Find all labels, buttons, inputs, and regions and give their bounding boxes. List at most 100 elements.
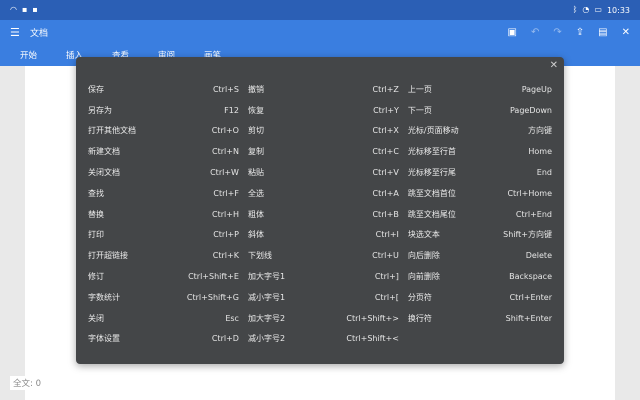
shortcut-label: 跳至文档尾位 xyxy=(407,209,456,219)
shortcut-key: Ctrl+[ xyxy=(374,292,399,302)
word-count: 全文: 0 xyxy=(10,376,44,390)
shortcut-key: Ctrl+H xyxy=(212,209,239,219)
battery-icon: ▭ xyxy=(594,5,602,14)
shortcut-row: 保存 Ctrl+S xyxy=(88,79,239,100)
shortcut-label: 恢复 xyxy=(247,105,264,115)
shortcut-row: 查找 Ctrl+F xyxy=(88,183,239,204)
shortcut-row: 换行符 Shift+Enter xyxy=(408,308,552,329)
close-icon[interactable]: ✕ xyxy=(550,60,558,71)
shortcut-label: 换行符 xyxy=(407,313,432,323)
shortcut-row: 斜体 Ctrl+I xyxy=(248,225,399,246)
shortcut-label: 打印 xyxy=(88,230,104,240)
redo-icon[interactable]: ↷ xyxy=(553,27,561,38)
shortcut-row: 加大字号2 Ctrl+Shift+> xyxy=(248,308,399,329)
reading-mode-icon[interactable]: ▤ xyxy=(598,27,607,38)
shortcut-key: Ctrl+S xyxy=(212,84,239,94)
shortcut-key: Ctrl+Shift+E xyxy=(188,272,239,282)
shortcut-key: 方向键 xyxy=(528,126,552,136)
shortcut-key: Ctrl+D xyxy=(211,334,239,344)
shortcut-key: Ctrl+P xyxy=(213,230,239,240)
shortcut-key: Ctrl+] xyxy=(374,272,399,282)
shortcut-label: 查找 xyxy=(88,188,104,198)
notification-icon: ▪ xyxy=(32,5,38,14)
menu-icon[interactable]: ☰ xyxy=(10,26,26,39)
shortcut-label: 复制 xyxy=(247,147,264,157)
shortcut-row: 下一页 PageDown xyxy=(408,100,552,121)
shortcut-key: Backspace xyxy=(509,272,552,282)
shortcut-label: 打开其他文档 xyxy=(88,126,136,136)
shortcut-row: 光标移至行尾 End xyxy=(408,162,552,183)
shortcut-label: 跳至文档首位 xyxy=(407,188,456,198)
shortcut-key: Ctrl+X xyxy=(372,126,399,136)
shortcut-row: 上一页 PageUp xyxy=(408,79,552,100)
shortcut-label: 斜体 xyxy=(247,230,264,240)
shortcut-key: PageUp xyxy=(521,84,552,94)
share-icon[interactable]: ⇪ xyxy=(576,27,584,38)
shortcut-key: Esc xyxy=(225,313,239,323)
shortcut-label: 上一页 xyxy=(407,84,432,94)
shortcut-label: 粘贴 xyxy=(247,168,264,178)
shortcut-key: Shift+方向键 xyxy=(503,230,552,240)
shortcut-key: Ctrl+A xyxy=(372,188,399,198)
shortcut-key: Delete xyxy=(525,251,552,261)
shortcut-row: 减小字号1 Ctrl+[ xyxy=(248,287,399,308)
shortcut-key: Shift+Enter xyxy=(505,313,552,323)
shortcut-row: 向前删除 Backspace xyxy=(408,266,552,287)
shortcut-label: 替换 xyxy=(88,209,104,219)
shortcut-row: 替换 Ctrl+H xyxy=(88,204,239,225)
shortcut-label: 剪切 xyxy=(247,126,264,136)
shortcut-key: Ctrl+Shift+< xyxy=(346,334,399,344)
shortcut-label: 修订 xyxy=(88,272,104,282)
shortcut-label: 关闭文档 xyxy=(88,168,120,178)
shortcut-row: 打开超链接 Ctrl+K xyxy=(88,245,239,266)
wifi-icon: ◠ xyxy=(10,5,17,14)
shortcut-column-2: 撤销 Ctrl+Z 恢复 Ctrl+Y 剪切 Ctrl+X 复制 Ctrl+C 粘贴 Ctrl+V… xyxy=(248,79,399,349)
shortcut-row: 关闭文档 Ctrl+W xyxy=(88,162,239,183)
shortcut-row: 粘贴 Ctrl+V xyxy=(248,162,399,183)
shortcut-key: Ctrl+N xyxy=(212,147,239,157)
title-bar: ☰ 文档 ▣ ↶ ↷ ⇪ ▤ ✕ xyxy=(0,20,640,44)
clock: 10:33 xyxy=(606,5,630,15)
notification-icon: ▪ xyxy=(21,5,28,14)
shortcut-key: Ctrl+Shift+> xyxy=(346,313,399,323)
shortcut-row: 恢复 Ctrl+Y xyxy=(248,100,399,121)
shortcut-key: Ctrl+O xyxy=(211,126,239,136)
shortcut-key: Home xyxy=(528,147,552,157)
shortcut-key: Ctrl+End xyxy=(515,209,552,219)
shortcut-key: Ctrl+Shift+G xyxy=(186,292,239,302)
shortcut-key: Ctrl+V xyxy=(372,168,399,178)
shortcut-row: 光标/页面移动 方向键 xyxy=(408,121,552,142)
signal-icon: ◔ xyxy=(582,5,590,14)
shortcut-label: 保存 xyxy=(88,84,104,94)
close-icon[interactable]: ✕ xyxy=(622,27,630,38)
shortcut-label: 光标/页面移动 xyxy=(407,126,459,136)
shortcut-key: Ctrl+W xyxy=(210,168,239,178)
shortcut-label: 加大字号1 xyxy=(247,272,286,282)
shortcut-label: 分页符 xyxy=(407,292,432,302)
shortcut-row: 跳至文档首位 Ctrl+Home xyxy=(408,183,552,204)
shortcut-key: Ctrl+I xyxy=(375,230,399,240)
shortcut-row: 向后删除 Delete xyxy=(408,245,552,266)
shortcut-key: PageDown xyxy=(509,105,552,115)
shortcut-row: 剪切 Ctrl+X xyxy=(248,121,399,142)
save-icon[interactable]: ▣ xyxy=(508,27,517,38)
shortcut-key: Ctrl+B xyxy=(372,209,399,219)
shortcut-row: 全选 Ctrl+A xyxy=(248,183,399,204)
shortcut-label: 减小字号1 xyxy=(247,292,286,302)
shortcut-label: 粗体 xyxy=(247,209,264,219)
shortcut-row: 下划线 Ctrl+U xyxy=(248,245,399,266)
shortcut-column-3: 上一页 PageUp 下一页 PageDown 光标/页面移动 方向键光标移至行首 Home… xyxy=(408,79,552,349)
shortcut-label: 字数统计 xyxy=(88,292,120,302)
status-bar: ◠ ▪ ▪ ᛒ ◔ ▭ 10:33 xyxy=(0,0,640,20)
bluetooth-icon: ᛒ xyxy=(572,5,578,14)
shortcut-row: 字数统计 Ctrl+Shift+G xyxy=(88,287,239,308)
shortcut-label: 加大字号2 xyxy=(247,313,286,323)
shortcut-column-1: 保存 Ctrl+S 另存为 F12 打开其他文档 Ctrl+O 新建文档 Ctrl+N 关闭文档… xyxy=(88,79,239,349)
shortcut-row: 复制 Ctrl+C xyxy=(248,141,399,162)
shortcut-label: 关闭 xyxy=(88,313,104,323)
shortcut-row: 光标移至行首 Home xyxy=(408,141,552,162)
shortcut-label: 新建文档 xyxy=(88,147,120,157)
shortcut-row: 打开其他文档 Ctrl+O xyxy=(88,121,239,142)
tab-home[interactable]: 开始 xyxy=(20,49,66,61)
undo-icon[interactable]: ↶ xyxy=(531,27,539,38)
